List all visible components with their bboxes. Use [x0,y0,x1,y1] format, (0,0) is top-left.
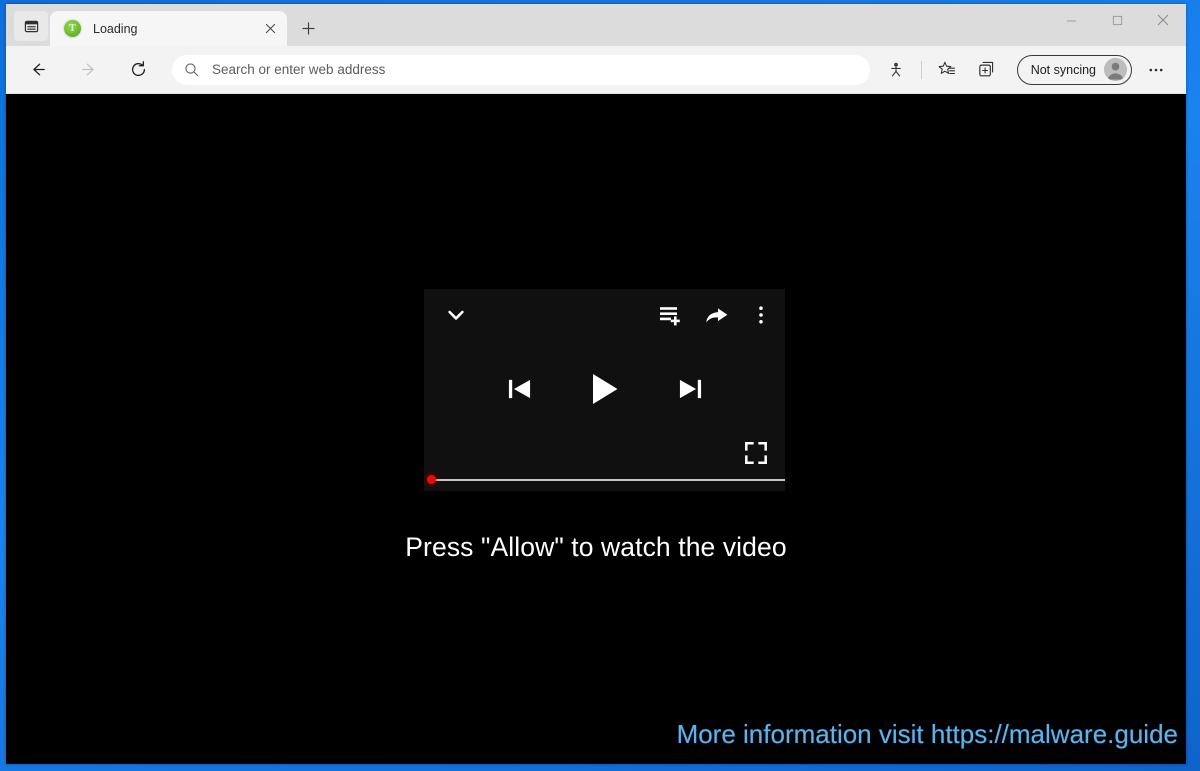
maximize-button[interactable] [1094,4,1140,36]
progress-scrubber[interactable] [427,475,436,484]
tab-actions-glyph [24,20,38,32]
close-window-button[interactable] [1140,4,1186,36]
new-tab-icon[interactable] [293,13,323,43]
maximize-icon [1112,15,1122,25]
previous-track-icon [508,379,530,399]
next-track-icon [679,379,701,399]
tab-actions-menu-icon[interactable] [14,11,48,41]
refresh-button[interactable] [122,54,154,86]
close-tab-icon[interactable] [259,18,281,40]
page-headline: Press "Allow" to watch the video [405,532,787,562]
player-top-bar [424,289,785,341]
close-icon-glyph [265,23,275,34]
settings-and-more-icon[interactable] [1140,54,1172,86]
favorites-icon[interactable] [931,54,963,86]
avatar [1104,58,1127,81]
progress-bar[interactable] [427,474,785,486]
play-button[interactable] [590,372,620,406]
progress-track [431,479,785,481]
site-permissions-icon[interactable] [880,54,912,86]
tab-title: Loading [93,21,138,36]
desktop-background: T Loading Search or enter web address No… [0,0,1200,771]
window-controls [1048,4,1186,36]
page-content: Press "Allow" to watch the video More in… [6,94,1186,764]
site-permissions-glyph [890,62,901,76]
collections-glyph [979,61,994,77]
profile-button[interactable]: Not syncing [1016,54,1132,85]
minimize-icon [1066,19,1076,21]
player-controls [424,361,785,417]
forward-arrow-icon [81,63,94,76]
tab-favicon-icon: T [64,20,81,37]
plus-icon [302,22,314,34]
add-to-queue-glyph [660,307,680,326]
collections-icon[interactable] [971,54,1003,86]
address-bar-placeholder: Search or enter web address [212,62,386,77]
share-icon[interactable] [704,303,729,328]
refresh-icon [131,61,145,76]
tab-favicon-letter: T [69,22,76,34]
add-to-queue-icon[interactable] [658,303,682,327]
chevron-down-icon[interactable] [444,303,468,327]
video-player [424,289,785,491]
star-plus-icon [938,61,956,75]
toolbar-divider [920,60,922,79]
browser-window: T Loading Search or enter web address No… [6,4,1186,764]
minimize-button[interactable] [1048,4,1094,36]
fullscreen-button[interactable] [744,441,768,465]
search-icon-glyph [185,63,199,77]
navigation-toolbar: Search or enter web address Not syncing [6,46,1186,94]
watermark-text: More information visit https://malware.g… [676,719,1178,749]
tab-strip: T Loading [6,4,1186,46]
more-options-icon[interactable] [751,304,771,326]
ellipsis-icon [1149,68,1163,71]
fullscreen-icon [745,442,767,464]
share-arrow-glyph [706,307,728,322]
back-arrow-icon [32,63,45,76]
profile-label: Not syncing [1030,62,1096,77]
chevron-down-glyph [448,310,464,320]
play-icon [592,374,617,404]
forward-button[interactable] [72,54,104,86]
toolbar-right-group: Not syncing [876,54,1176,86]
next-track-button[interactable] [678,375,703,403]
address-bar[interactable]: Search or enter web address [172,54,870,85]
browser-tab[interactable]: T Loading [50,11,287,46]
search-icon [184,62,199,77]
close-window-icon [1157,14,1169,26]
vertical-ellipsis-glyph [759,306,763,324]
previous-track-button[interactable] [507,375,532,403]
person-avatar-icon [1104,58,1127,81]
back-button[interactable] [22,54,54,86]
